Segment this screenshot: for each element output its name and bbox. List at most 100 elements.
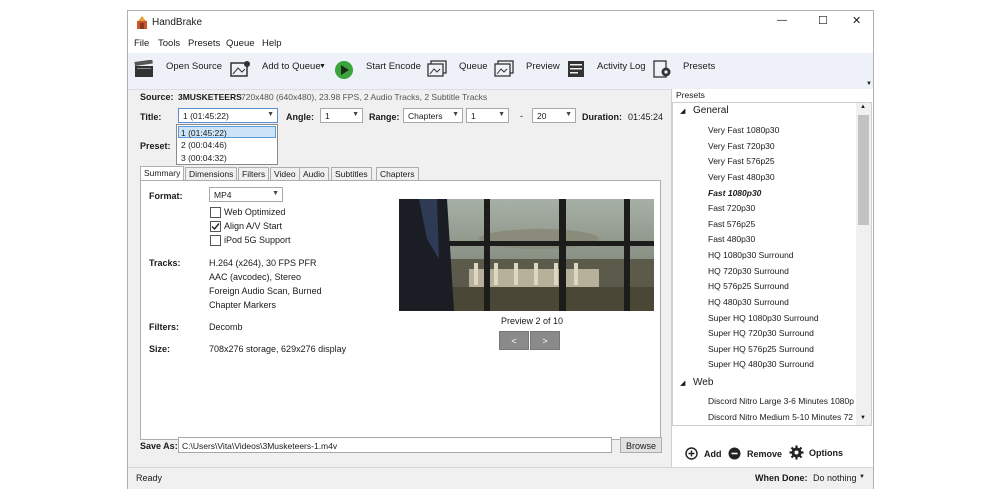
angle-label: Angle: bbox=[286, 112, 314, 122]
title-option-selected[interactable]: 1 (01:45:22) bbox=[178, 126, 276, 138]
group-general-collapse-icon[interactable]: ◢ bbox=[680, 107, 685, 115]
preset-group-web[interactable]: Web bbox=[693, 377, 713, 388]
menu-tools[interactable]: Tools bbox=[158, 38, 180, 49]
angle-select[interactable]: 1 ▼ bbox=[320, 108, 363, 123]
toolbar-overflow-chevron-icon[interactable]: ▼ bbox=[866, 81, 872, 87]
title-bar: HandBrake — ☐ ✕ bbox=[128, 11, 873, 35]
activity-log-button[interactable]: Activity Log bbox=[597, 61, 646, 72]
align-av-label: Align A/V Start bbox=[224, 221, 283, 231]
remove-preset-icon[interactable] bbox=[728, 447, 741, 462]
add-preset-icon[interactable] bbox=[685, 447, 698, 462]
preview-button[interactable]: Preview bbox=[526, 61, 560, 72]
activity-log-icon[interactable] bbox=[566, 60, 586, 78]
size-label: Size: bbox=[149, 344, 171, 354]
preset-item[interactable]: Very Fast 576p25 bbox=[708, 156, 775, 166]
preset-group-general[interactable]: General bbox=[693, 105, 729, 116]
previous-preview-button[interactable]: < bbox=[499, 331, 529, 350]
play-icon[interactable] bbox=[334, 60, 354, 79]
presets-panel: Presets ◢ General Very Fast 1080p30 Very… bbox=[671, 89, 873, 467]
open-source-button[interactable]: Open Source bbox=[166, 61, 222, 72]
when-done-chevron-down-icon[interactable]: ▼ bbox=[859, 474, 865, 480]
minimize-button[interactable]: — bbox=[777, 15, 787, 26]
scroll-up-icon[interactable]: ▲ bbox=[860, 104, 866, 110]
format-select[interactable]: MP4 ▼ bbox=[209, 187, 283, 202]
preset-label: Preset: bbox=[140, 141, 171, 151]
browse-button[interactable]: Browse bbox=[620, 437, 662, 453]
previous-preview-label: < bbox=[511, 336, 517, 346]
menu-file[interactable]: File bbox=[134, 38, 149, 49]
title-option[interactable]: 3 (00:04:32) bbox=[181, 153, 227, 163]
scrollbar-thumb[interactable] bbox=[858, 115, 869, 225]
maximize-button[interactable]: ☐ bbox=[818, 14, 828, 27]
tab-summary[interactable]: Summary bbox=[140, 166, 185, 181]
presets-scrollbar[interactable]: ▲ ▼ bbox=[856, 103, 871, 425]
preset-item[interactable]: Very Fast 1080p30 bbox=[708, 125, 779, 135]
add-preset-button[interactable]: Add bbox=[704, 449, 722, 459]
queue-button[interactable]: Queue bbox=[459, 61, 488, 72]
status-text: Ready bbox=[136, 473, 163, 483]
add-to-queue-button[interactable]: Add to Queue bbox=[262, 61, 321, 72]
preset-item[interactable]: Fast 480p30 bbox=[708, 234, 755, 244]
remove-preset-button[interactable]: Remove bbox=[747, 449, 782, 459]
presets-gear-icon[interactable] bbox=[652, 60, 672, 78]
preset-item-selected[interactable]: Fast 1080p30 bbox=[708, 188, 761, 198]
preset-item[interactable]: Fast 720p30 bbox=[708, 203, 755, 213]
preset-item[interactable]: Very Fast 480p30 bbox=[708, 172, 775, 182]
format-select-value: MP4 bbox=[214, 190, 232, 200]
range-start-select[interactable]: 1 ▼ bbox=[466, 108, 509, 123]
menu-presets[interactable]: Presets bbox=[188, 38, 220, 49]
preset-item[interactable]: Fast 576p25 bbox=[708, 219, 755, 229]
scroll-down-icon[interactable]: ▼ bbox=[860, 415, 866, 421]
tab-filters[interactable]: Filters bbox=[238, 167, 270, 180]
preset-item[interactable]: Super HQ 480p30 Surround bbox=[708, 359, 814, 369]
preset-item[interactable]: Very Fast 720p30 bbox=[708, 141, 775, 151]
tab-video[interactable]: Video bbox=[270, 167, 300, 180]
preset-item[interactable]: Discord Nitro Large 3-6 Minutes 1080p bbox=[708, 396, 854, 406]
title-select[interactable]: 1 (01:45:22) ▼ bbox=[178, 108, 278, 123]
next-preview-button[interactable]: > bbox=[530, 331, 560, 350]
group-web-collapse-icon[interactable]: ◢ bbox=[680, 379, 685, 387]
preset-item[interactable]: Super HQ 1080p30 Surround bbox=[708, 313, 819, 323]
preset-item[interactable]: Discord Nitro Medium 5-10 Minutes 72 bbox=[708, 412, 853, 422]
tab-chapters[interactable]: Chapters bbox=[376, 167, 419, 180]
ipod-support-checkbox[interactable] bbox=[210, 235, 221, 246]
presets-button[interactable]: Presets bbox=[683, 61, 715, 72]
tab-subtitles[interactable]: Subtitles bbox=[331, 167, 372, 180]
range-end-chevron-down-icon: ▼ bbox=[565, 111, 572, 118]
close-button[interactable]: ✕ bbox=[852, 14, 861, 27]
preview-icon[interactable] bbox=[494, 60, 514, 78]
preset-item[interactable]: Super HQ 576p25 Surround bbox=[708, 344, 814, 354]
add-to-queue-chevron-down-icon[interactable]: ▼ bbox=[319, 63, 326, 70]
toolbar: Open Source Add to Queue ▼ Start Encode … bbox=[128, 53, 873, 90]
title-option[interactable]: 2 (00:04:46) bbox=[181, 140, 227, 150]
window-title: HandBrake bbox=[152, 17, 203, 28]
menu-queue[interactable]: Queue bbox=[226, 38, 255, 49]
options-button[interactable]: Options bbox=[809, 448, 843, 458]
web-optimized-checkbox[interactable] bbox=[210, 207, 221, 218]
when-done-select[interactable]: Do nothing bbox=[813, 473, 857, 483]
presets-list[interactable]: ◢ General Very Fast 1080p30 Very Fast 72… bbox=[672, 102, 872, 426]
preview-caption: Preview 2 of 10 bbox=[501, 316, 564, 326]
start-encode-button[interactable]: Start Encode bbox=[366, 61, 421, 72]
preset-item[interactable]: HQ 1080p30 Surround bbox=[708, 250, 794, 260]
range-end-select[interactable]: 20 ▼ bbox=[532, 108, 576, 123]
options-gear-icon[interactable] bbox=[789, 445, 804, 462]
clapperboard-icon[interactable] bbox=[134, 59, 154, 78]
queue-icon[interactable] bbox=[427, 60, 447, 78]
menu-help[interactable]: Help bbox=[262, 38, 282, 49]
track-video: H.264 (x264), 30 FPS PFR bbox=[209, 258, 317, 268]
preset-item[interactable]: HQ 720p30 Surround bbox=[708, 266, 789, 276]
add-image-icon[interactable] bbox=[230, 60, 250, 78]
align-av-checkbox[interactable] bbox=[210, 221, 221, 232]
source-name: 3MUSKETEERS bbox=[178, 92, 242, 102]
tab-dimensions[interactable]: Dimensions bbox=[185, 167, 238, 180]
preset-item[interactable]: HQ 576p25 Surround bbox=[708, 281, 789, 291]
checkmark-icon bbox=[211, 223, 220, 231]
title-select-value: 1 (01:45:22) bbox=[183, 111, 229, 121]
tab-audio[interactable]: Audio bbox=[299, 167, 329, 180]
preset-item[interactable]: Super HQ 720p30 Surround bbox=[708, 328, 814, 338]
preset-item[interactable]: HQ 480p30 Surround bbox=[708, 297, 789, 307]
save-as-path-input[interactable]: C:\Users\Vita\Videos\3Musketeers-1.m4v bbox=[178, 437, 612, 453]
title-chevron-down-icon: ▼ bbox=[267, 111, 274, 118]
range-type-select[interactable]: Chapters ▼ bbox=[403, 108, 463, 123]
